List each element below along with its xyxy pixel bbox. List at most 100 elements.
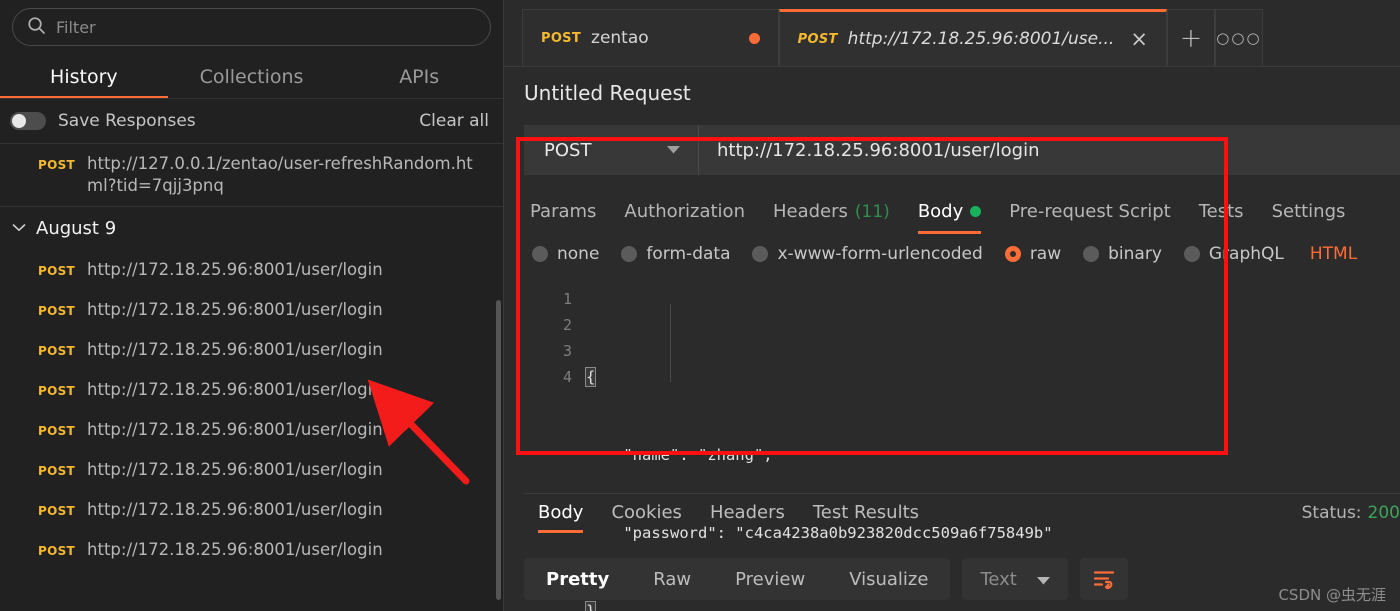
unsaved-indicator-dot <box>748 32 760 44</box>
history-item[interactable]: POST http://172.18.25.96:8001/user/login <box>0 450 503 490</box>
save-responses-row: Save Responses Clear all <box>0 99 503 143</box>
method-badge: POST <box>38 304 76 318</box>
history-item-zentao[interactable]: POST http://127.0.0.1/zentao/user-refres… <box>0 144 503 206</box>
tab-body[interactable]: Body <box>904 201 995 234</box>
response-tab-headers[interactable]: Headers <box>696 502 799 533</box>
history-item-url: http://172.18.25.96:8001/user/login <box>87 460 383 479</box>
response-tab-body[interactable]: Body <box>524 502 597 533</box>
history-item-url: http://172.18.25.96:8001/user/login <box>87 500 383 519</box>
save-responses-control: Save Responses <box>10 111 196 131</box>
history-item-url: http://172.18.25.96:8001/user/login <box>87 540 383 559</box>
sidebar-tab-collections[interactable]: Collections <box>168 58 336 99</box>
tab-authorization[interactable]: Authorization <box>610 201 759 234</box>
indent-guide <box>670 304 671 382</box>
raw-format-select[interactable]: HTML <box>1298 244 1357 264</box>
tab-headers-label: Headers <box>772 201 848 222</box>
editor-line-numbers: 1 2 3 4 <box>524 286 586 416</box>
request-body-editor[interactable]: 1 2 3 4 { "name": "zhang", "password": "… <box>524 276 1400 611</box>
body-type-graphql-label: GraphQL <box>1208 244 1284 264</box>
search-box[interactable] <box>12 8 491 46</box>
history-item[interactable]: POST http://172.18.25.96:8001/user/login <box>0 250 503 290</box>
history-item[interactable]: POST http://172.18.25.96:8001/user/login <box>0 490 503 530</box>
response-format-select[interactable]: Text <box>962 558 1068 600</box>
line-number: 2 <box>562 316 572 334</box>
url-bar-zone: POST <box>504 119 1400 182</box>
radio-icon[interactable] <box>1183 246 1200 262</box>
response-status: Status: 200 <box>1302 502 1400 523</box>
request-tab-user-login[interactable]: POST http://172.18.25.96:8001/use... × <box>778 9 1167 66</box>
response-tab-test-results[interactable]: Test Results <box>799 502 933 533</box>
radio-icon[interactable] <box>621 246 638 262</box>
tab-headers[interactable]: Headers (11) <box>759 201 904 234</box>
toggle-knob <box>12 114 26 128</box>
word-wrap-icon[interactable] <box>1079 558 1128 600</box>
history-item[interactable]: POST http://172.18.25.96:8001/user/login <box>0 530 503 570</box>
method-badge: POST <box>38 544 76 558</box>
editor-code-area[interactable]: { "name": "zhang", "password": "c4ca4238… <box>584 286 1400 611</box>
tab-pre-request-script-label: Pre-request Script <box>1009 201 1171 222</box>
view-mode-visualize[interactable]: Visualize <box>827 558 950 600</box>
request-tabbar: POST zentao POST http://172.18.25.96:800… <box>504 0 1400 67</box>
tab-settings-label: Settings <box>1271 201 1346 222</box>
tab-params[interactable]: Params <box>524 201 610 234</box>
radio-icon[interactable] <box>1083 246 1100 262</box>
tab-label: http://172.18.25.96:8001/use... <box>847 29 1115 49</box>
body-type-urlencoded[interactable]: x-www-form-urlencoded <box>744 244 996 264</box>
response-separator <box>524 493 1400 494</box>
radio-icon[interactable] <box>532 246 548 262</box>
history-group-august-9[interactable]: August 9 <box>0 207 503 250</box>
history-group-label: August 9 <box>36 218 117 239</box>
chevron-down-icon <box>1036 570 1050 589</box>
request-section-tabs: Params Authorization Headers (11) Body P… <box>504 182 1400 234</box>
tab-settings[interactable]: Settings <box>1258 201 1360 234</box>
body-type-radio-group: none form-data x-www-form-urlencoded raw… <box>504 234 1400 276</box>
body-type-none-label: none <box>557 244 600 264</box>
close-icon[interactable]: × <box>1130 28 1148 50</box>
radio-icon-selected[interactable] <box>1004 246 1021 262</box>
history-item-url: http://127.0.0.1/zentao/user-refreshRand… <box>87 154 473 195</box>
body-type-binary[interactable]: binary <box>1075 244 1176 264</box>
body-type-binary-label: binary <box>1108 244 1162 264</box>
sidebar-tab-history[interactable]: History <box>0 58 168 99</box>
radio-icon[interactable] <box>752 246 769 262</box>
sidebar-scrollbar[interactable] <box>496 300 501 600</box>
new-tab-button[interactable]: + <box>1166 9 1215 66</box>
request-title[interactable]: Untitled Request <box>504 67 1400 119</box>
history-list: POST http://127.0.0.1/zentao/user-refres… <box>0 144 503 570</box>
tab-tests-label: Tests <box>1198 201 1244 222</box>
tab-pre-request-script[interactable]: Pre-request Script <box>995 201 1184 234</box>
tab-options-button[interactable]: ○○○ <box>1214 9 1263 66</box>
body-type-form-data-label: form-data <box>646 244 731 264</box>
body-type-graphql[interactable]: GraphQL <box>1176 244 1298 264</box>
history-item[interactable]: POST http://172.18.25.96:8001/user/login <box>0 290 503 330</box>
method-select[interactable]: POST <box>524 125 699 175</box>
body-type-none[interactable]: none <box>524 244 613 264</box>
response-tab-cookies[interactable]: Cookies <box>597 502 695 533</box>
main-panel: POST zentao POST http://172.18.25.96:800… <box>504 0 1400 611</box>
view-mode-pretty[interactable]: Pretty <box>524 558 631 600</box>
tab-params-label: Params <box>530 201 597 222</box>
save-responses-toggle[interactable] <box>10 112 46 130</box>
history-item[interactable]: POST http://172.18.25.96:8001/user/login <box>0 410 503 450</box>
history-item[interactable]: POST http://172.18.25.96:8001/user/login <box>0 330 503 370</box>
request-tab-zentao[interactable]: POST zentao <box>522 9 779 66</box>
method-badge: POST <box>38 464 76 478</box>
clear-all-button[interactable]: Clear all <box>419 111 489 131</box>
tab-body-label: Body <box>917 201 964 222</box>
history-item[interactable]: POST http://172.18.25.96:8001/user/login <box>0 370 503 410</box>
method-badge: POST <box>38 264 76 278</box>
body-type-form-data[interactable]: form-data <box>613 244 744 264</box>
tab-authorization-label: Authorization <box>624 201 745 222</box>
code-line-4-text: } <box>584 601 597 611</box>
view-mode-preview[interactable]: Preview <box>713 558 827 600</box>
sidebar-tab-apis[interactable]: APIs <box>335 58 503 99</box>
sidebar: History Collections APIs Save Responses … <box>0 0 504 611</box>
tab-tests[interactable]: Tests <box>1185 201 1258 234</box>
view-mode-raw[interactable]: Raw <box>631 558 713 600</box>
status-label: Status: <box>1301 503 1362 523</box>
url-input[interactable] <box>699 125 1400 175</box>
search-input[interactable] <box>56 17 476 37</box>
method-select-value: POST <box>544 139 592 161</box>
body-type-raw[interactable]: raw <box>997 244 1075 264</box>
history-item-url: http://172.18.25.96:8001/user/login <box>87 300 383 319</box>
